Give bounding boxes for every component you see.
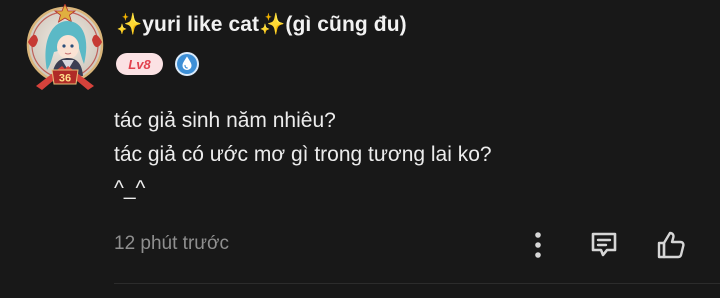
divider <box>114 283 720 284</box>
sparkle-icon: ✨ <box>116 13 143 36</box>
comment-line: tác giả sinh năm nhiêu? <box>114 109 336 132</box>
thumbs-up-icon <box>657 231 685 259</box>
comment-timestamp: 12 phút trước <box>114 233 229 254</box>
user-avatar[interactable]: 36 <box>22 4 108 90</box>
comment-item: 36 ✨yuri like cat✨(gì cũng đu) Lv8 tác g… <box>0 0 720 298</box>
avatar-frame-number: 36 <box>59 73 71 85</box>
more-vertical-icon <box>535 232 541 258</box>
username-suffix: (gì cũng đu) <box>285 13 407 36</box>
username-text: yuri like cat <box>142 13 260 36</box>
comment-line: ^_^ <box>114 177 146 200</box>
comment-line: tác giả có ước mơ gì trong tương lai ko? <box>114 143 492 166</box>
comment-body: tác giả sinh năm nhiêu? tác giả có ước m… <box>114 104 492 206</box>
user-badges: Lv8 <box>116 51 200 77</box>
like-button[interactable] <box>655 229 687 261</box>
sparkle-icon: ✨ <box>259 13 286 36</box>
reply-comment-icon <box>591 232 617 257</box>
username[interactable]: ✨yuri like cat✨(gì cũng đu) <box>116 13 407 37</box>
reply-button[interactable] <box>588 229 620 261</box>
more-options-button[interactable] <box>522 229 554 261</box>
water-drop-badge-icon <box>175 52 199 76</box>
level-badge: Lv8 <box>116 53 163 75</box>
